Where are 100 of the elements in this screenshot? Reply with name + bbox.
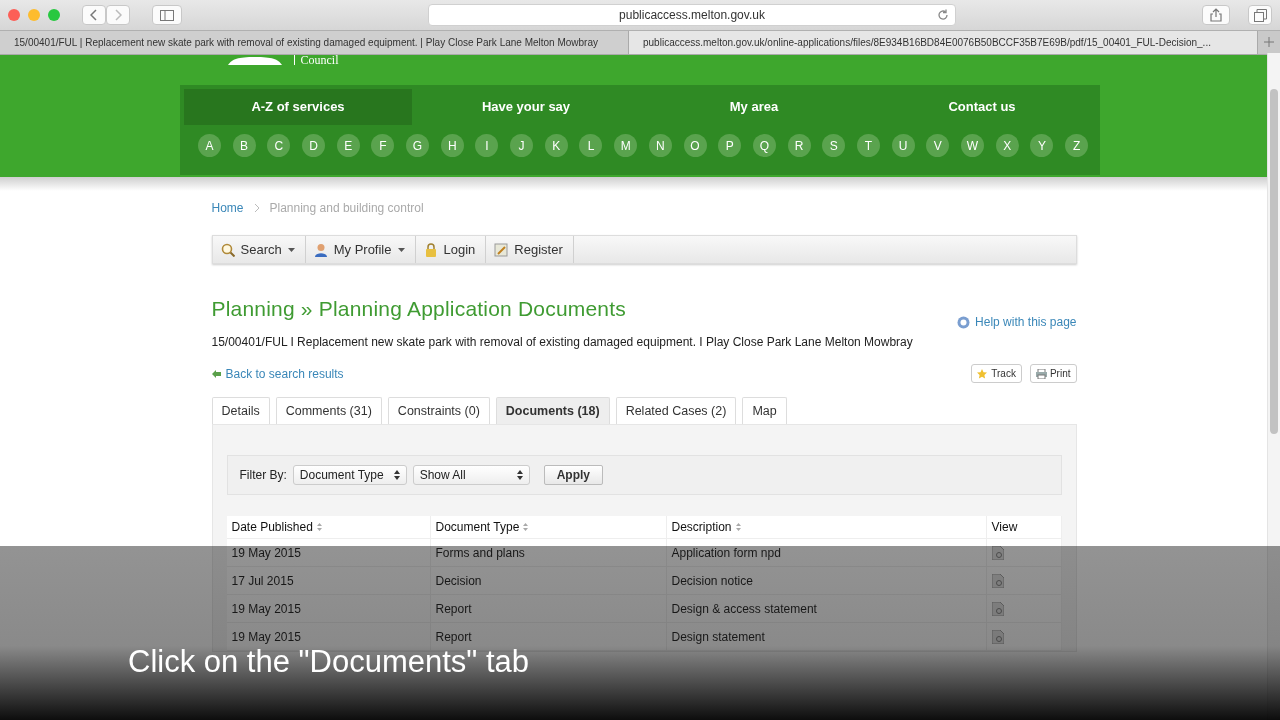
browser-tab[interactable]: 15/00401/FUL | Replacement new skate park with removal of existing damaged equipment. | Play Close Park Lane Melton Mowbray xyxy=(0,31,629,54)
letter-button[interactable]: S xyxy=(822,134,846,157)
application-summary: 15/00401/FUL I Replacement new skate park with removal of existing damaged equipment. I Play Close Park Lane Melton Mowbray xyxy=(211,335,914,349)
tab[interactable]: Comments (31) xyxy=(275,397,382,424)
letter-button[interactable]: A xyxy=(197,134,221,157)
page-title: Planning » Planning Application Documents xyxy=(211,297,626,321)
nav-link[interactable]: My area xyxy=(640,89,868,125)
table-cell: Report xyxy=(430,595,667,622)
tab[interactable]: Related Cases (2) xyxy=(615,397,737,424)
letter-button[interactable]: T xyxy=(856,134,880,157)
tab[interactable]: Constraints (0) xyxy=(387,397,490,424)
tab[interactable]: Map xyxy=(742,397,787,424)
menu-button[interactable]: My Profile xyxy=(305,236,416,263)
action-button[interactable]: Print xyxy=(1029,364,1077,383)
forward-button[interactable] xyxy=(106,5,130,25)
back-button[interactable] xyxy=(82,5,106,25)
table-cell: Application form npd xyxy=(666,539,987,566)
letter-button[interactable]: N xyxy=(648,134,672,157)
letter-button[interactable]: D xyxy=(301,134,325,157)
tab[interactable]: Documents (18) xyxy=(495,397,610,424)
letter-button[interactable]: J xyxy=(510,134,534,157)
menu-button[interactable]: Register xyxy=(486,236,574,263)
help-link[interactable]: Help with this page xyxy=(957,315,1077,329)
letter-button[interactable]: C xyxy=(267,134,291,157)
letter-button[interactable]: U xyxy=(891,134,915,157)
filter-label: Filter By: xyxy=(239,468,287,482)
browser-tab[interactable]: publicaccess.melton.gov.uk/online-applications/files/8E934B16BD84E0076B50BCCF35B7E69B/pdf/15_00401_FUL-Decision_... xyxy=(629,31,1258,54)
crest-icon xyxy=(225,57,284,65)
share-button[interactable] xyxy=(1202,5,1230,25)
nav-link[interactable]: Contact us xyxy=(868,89,1096,125)
sidebar-button[interactable] xyxy=(152,5,182,25)
document-icon xyxy=(991,629,1004,644)
letter-button[interactable]: I xyxy=(475,134,499,157)
tabs-icon xyxy=(1253,8,1267,22)
back-icon xyxy=(90,9,98,21)
document-icon xyxy=(991,545,1004,560)
letter-button[interactable]: Z xyxy=(1065,134,1089,157)
tab[interactable]: Details xyxy=(211,397,270,424)
letter-button[interactable]: P xyxy=(718,134,742,157)
letter-button[interactable]: H xyxy=(440,134,464,157)
letter-button[interactable]: X xyxy=(995,134,1019,157)
pencil-note-icon xyxy=(494,242,509,257)
table-cell: 17 Jul 2015 xyxy=(226,567,431,594)
table-cell: 19 May 2015 xyxy=(226,595,431,622)
table-cell: Design & access statement xyxy=(666,595,987,622)
chevron-icon xyxy=(253,203,260,213)
table-cell: Design statement xyxy=(666,623,987,650)
letter-button[interactable]: L xyxy=(579,134,603,157)
letter-button[interactable]: F xyxy=(371,134,395,157)
menu-button[interactable]: Search xyxy=(212,236,306,263)
letter-button[interactable]: W xyxy=(961,134,985,157)
address-bar[interactable]: publicaccess.melton.gov.uk xyxy=(428,4,956,26)
printer-icon xyxy=(1035,368,1047,379)
column-header[interactable]: Date Published xyxy=(226,516,431,538)
letter-button[interactable]: Y xyxy=(1030,134,1054,157)
url-text: publicaccess.melton.gov.uk xyxy=(619,8,765,22)
table-cell: Report xyxy=(430,623,667,650)
nav-link[interactable]: Have your say xyxy=(412,89,640,125)
letter-button[interactable]: R xyxy=(787,134,811,157)
column-header[interactable]: Description xyxy=(666,516,987,538)
letter-button[interactable]: O xyxy=(683,134,707,157)
stepper-icon xyxy=(393,470,400,480)
back-link[interactable]: Back to search results xyxy=(211,366,344,381)
window-control-icon[interactable] xyxy=(8,9,20,21)
apply-button[interactable]: Apply xyxy=(543,465,603,485)
nav-link[interactable]: A-Z of services xyxy=(184,89,412,125)
council-logo-text: Council xyxy=(293,55,339,65)
table-cell: Forms and plans xyxy=(430,539,667,566)
window-control-icon[interactable] xyxy=(48,9,60,21)
scroll-thumb[interactable] xyxy=(1270,89,1278,434)
star-icon xyxy=(977,368,989,379)
help-icon xyxy=(957,315,971,329)
letter-button[interactable]: E xyxy=(336,134,360,157)
letter-button[interactable]: B xyxy=(232,134,256,157)
dropdown[interactable]: Document Type xyxy=(292,465,407,485)
letter-button[interactable]: M xyxy=(614,134,638,157)
letter-button[interactable]: K xyxy=(544,134,568,157)
arrow-left-icon xyxy=(211,369,221,378)
menu-button[interactable]: Login xyxy=(415,236,487,263)
letter-button[interactable]: V xyxy=(926,134,950,157)
action-button[interactable]: Track xyxy=(971,364,1022,383)
breadcrumb-link[interactable]: Planning and building control xyxy=(269,201,424,215)
table-cell: Decision xyxy=(430,567,667,594)
breadcrumb-link[interactable]: Home xyxy=(211,201,244,215)
share-icon xyxy=(1210,8,1222,22)
table-cell: Decision notice xyxy=(666,567,987,594)
dropdown[interactable]: Show All xyxy=(412,465,530,485)
stepper-icon xyxy=(516,470,523,480)
letter-button[interactable]: Q xyxy=(752,134,776,157)
tabs-button[interactable] xyxy=(1248,5,1272,25)
document-icon xyxy=(991,573,1004,588)
search-icon xyxy=(220,242,235,257)
plus-icon xyxy=(1264,37,1274,47)
column-header[interactable]: Document Type xyxy=(430,516,667,538)
column-header[interactable]: View xyxy=(986,516,1062,538)
window-control-icon[interactable] xyxy=(28,9,40,21)
padlock-icon xyxy=(423,242,438,257)
reload-icon xyxy=(937,9,949,21)
letter-button[interactable]: G xyxy=(406,134,430,157)
document-icon xyxy=(991,601,1004,616)
